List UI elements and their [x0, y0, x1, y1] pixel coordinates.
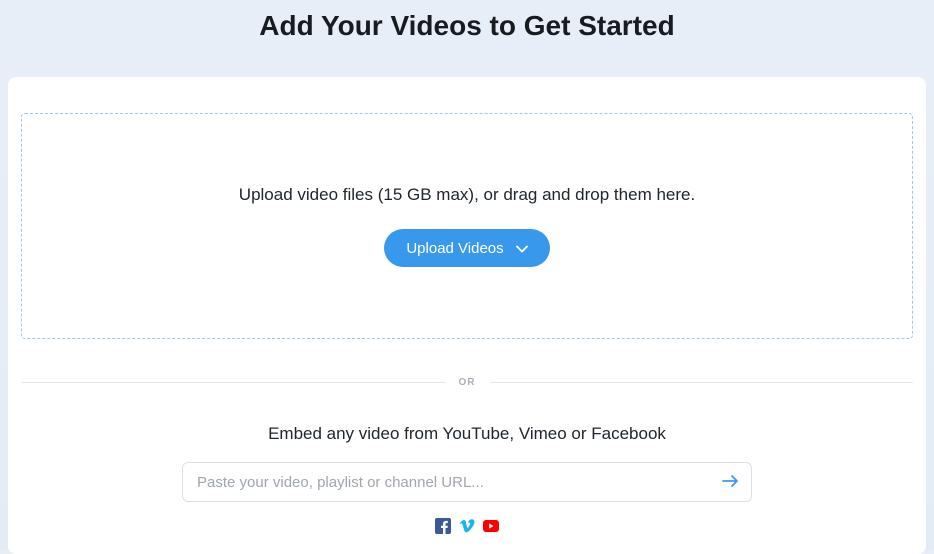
- url-input-container: [182, 462, 752, 502]
- vimeo-icon: [459, 518, 475, 534]
- upload-button-label: Upload Videos: [406, 240, 503, 257]
- youtube-icon: [483, 518, 499, 534]
- submit-url-button[interactable]: [715, 466, 747, 498]
- facebook-icon: [435, 518, 451, 534]
- upload-videos-button[interactable]: Upload Videos: [384, 229, 549, 267]
- arrow-right-icon: [722, 474, 740, 491]
- supported-platforms: [18, 518, 916, 534]
- upload-card: Upload video files (15 GB max), or drag …: [8, 77, 926, 554]
- divider-line-left: [21, 382, 445, 383]
- chevron-down-icon: [516, 240, 528, 257]
- divider: OR: [21, 377, 913, 388]
- upload-dropzone[interactable]: Upload video files (15 GB max), or drag …: [21, 113, 913, 339]
- embed-instruction: Embed any video from YouTube, Vimeo or F…: [18, 424, 916, 444]
- divider-label: OR: [445, 377, 490, 388]
- embed-section: Embed any video from YouTube, Vimeo or F…: [18, 424, 916, 534]
- page-title: Add Your Videos to Get Started: [0, 0, 934, 77]
- video-url-input[interactable]: [197, 474, 715, 491]
- dropzone-instruction: Upload video files (15 GB max), or drag …: [239, 185, 695, 205]
- divider-line-right: [490, 382, 914, 383]
